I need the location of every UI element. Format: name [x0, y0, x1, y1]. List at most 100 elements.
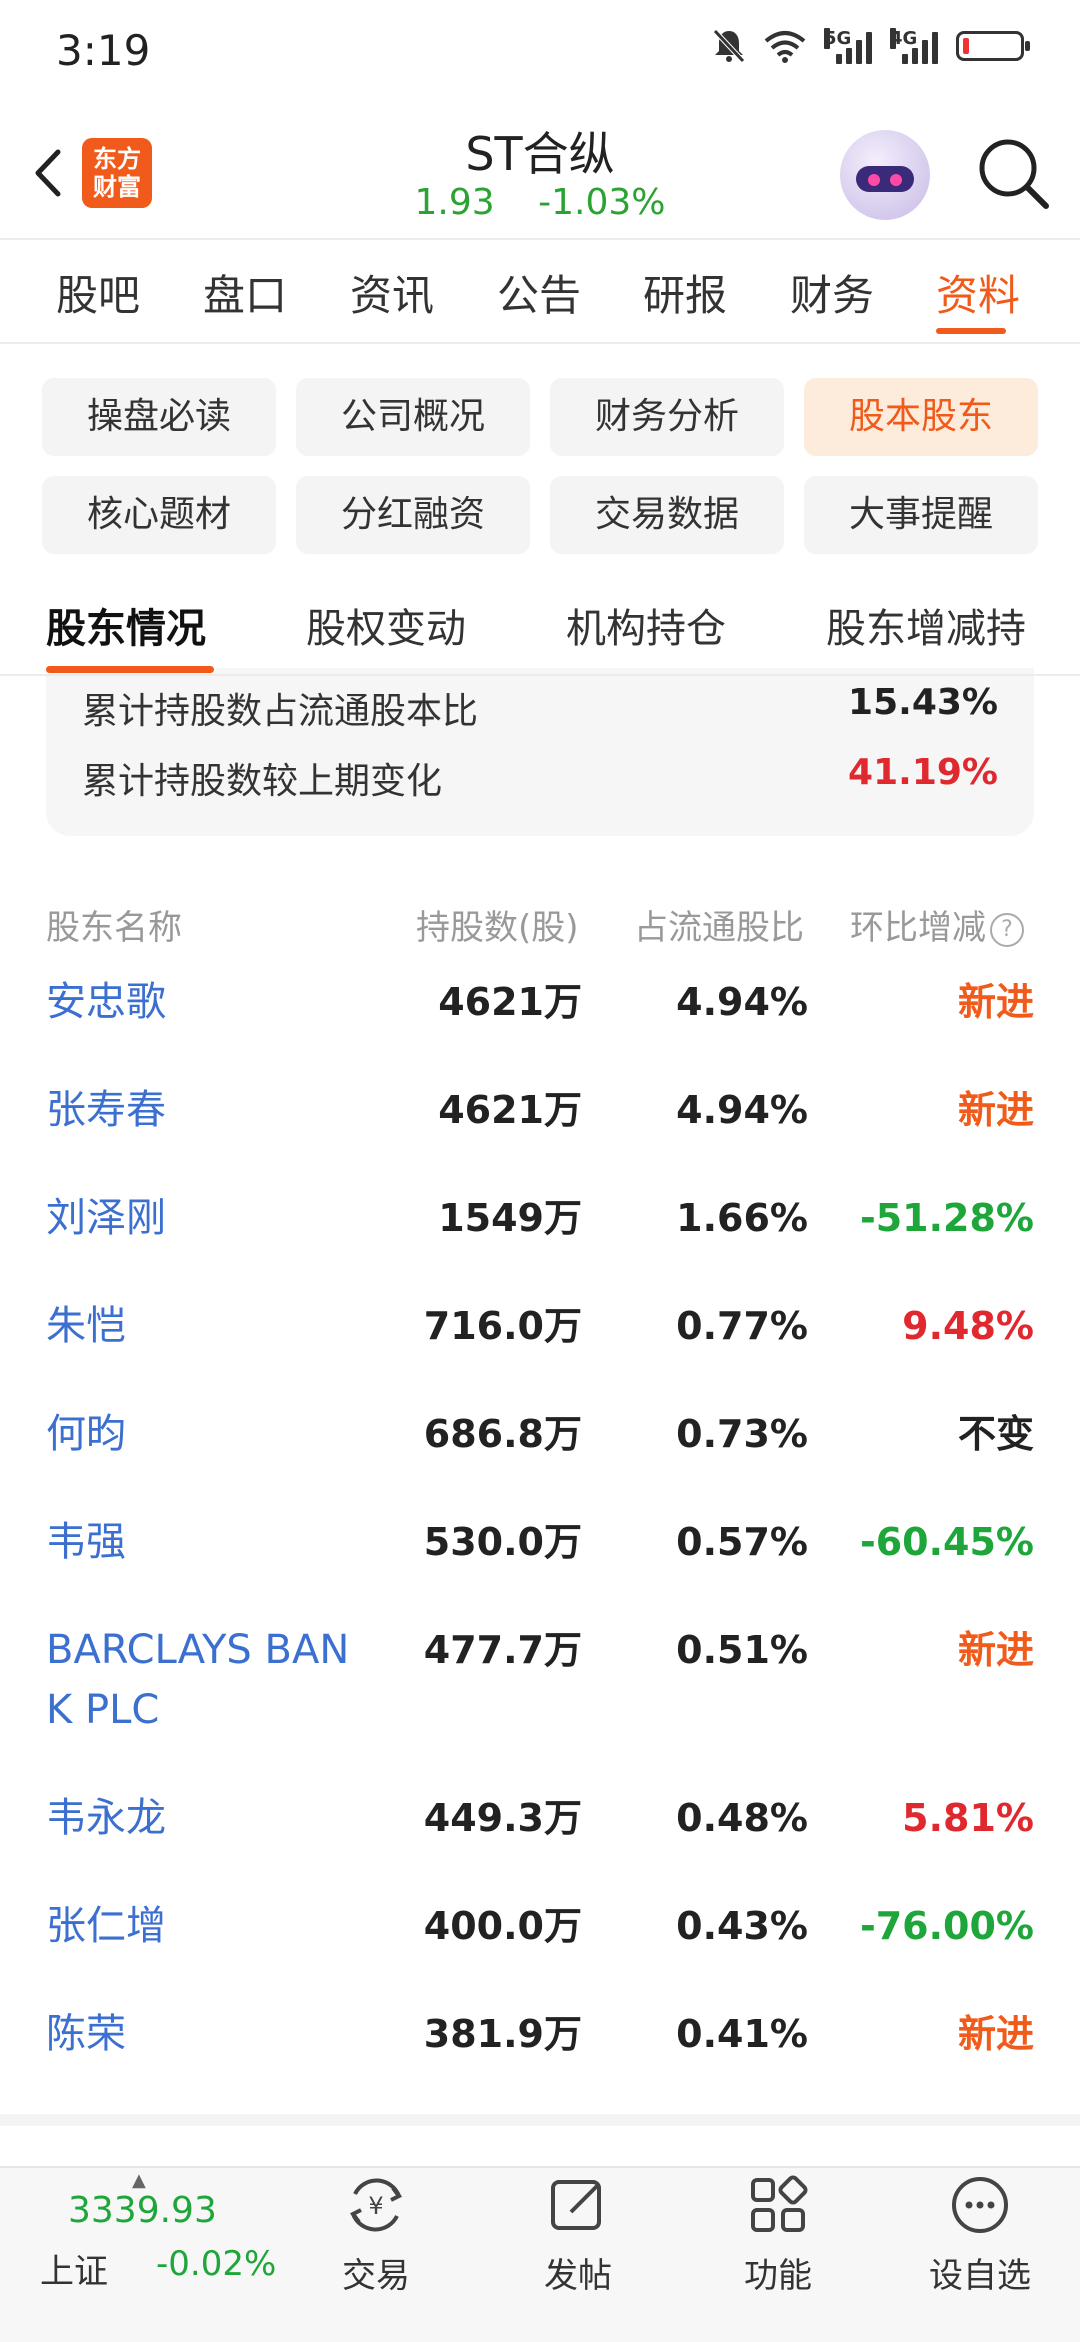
table-row[interactable]: BARCLAYS BAN K PLC 477.7万 0.51% 新进 — [0, 1620, 1080, 1780]
nav-post[interactable]: 发帖 — [508, 2172, 648, 2297]
col-header-change-label: 环比增减 — [850, 908, 986, 948]
battery-icon — [956, 31, 1030, 61]
table-row[interactable]: 韦强 530.0万 0.57% -60.45% — [0, 1512, 1080, 1612]
ratio-cell: 0.48% — [676, 1796, 808, 1840]
shareholder-name[interactable]: 张寿春 — [46, 1080, 366, 1140]
tab-news[interactable]: 资讯 — [350, 262, 434, 323]
search-icon[interactable] — [972, 132, 1054, 214]
section-divider — [0, 2114, 1080, 2126]
change-cell: -76.00% — [859, 1904, 1034, 1948]
tab-announcements[interactable]: 公告 — [497, 262, 581, 323]
signal-5g-label: 5G — [824, 28, 852, 49]
table-row[interactable]: 何昀 686.8万 0.73% 不变 — [0, 1404, 1080, 1504]
change-cell: 5.81% — [902, 1796, 1034, 1840]
table-row[interactable]: 张寿春 4621万 4.94% 新进 — [0, 1080, 1080, 1180]
nav-trade[interactable]: ¥ 交易 — [306, 2172, 446, 2297]
stock-price: 1.93 — [414, 182, 495, 223]
shareholder-name[interactable]: 朱恺 — [46, 1296, 366, 1356]
subtab-equity-changes[interactable]: 股权变动 — [306, 596, 466, 654]
table-row[interactable]: 韦永龙 449.3万 0.48% 5.81% — [0, 1788, 1080, 1888]
ratio-cell: 4.94% — [676, 980, 808, 1024]
chip-trading-data[interactable]: 交易数据 — [550, 476, 784, 554]
status-time: 3:19 — [56, 26, 151, 75]
change-cell: 新进 — [957, 2012, 1034, 2056]
chip-core-themes[interactable]: 核心题材 — [42, 476, 276, 554]
shares-cell: 1549万 — [438, 1196, 582, 1240]
ratio-cell: 0.43% — [676, 1904, 808, 1948]
assistant-avatar-icon[interactable] — [840, 130, 930, 220]
nav-functions-label: 功能 — [744, 2256, 812, 2296]
shareholder-name[interactable]: 韦永龙 — [46, 1788, 366, 1848]
index-change[interactable]: -0.02% — [156, 2244, 276, 2284]
shares-cell: 477.7万 — [423, 1628, 582, 1672]
shares-cell: 449.3万 — [423, 1796, 582, 1840]
nav-post-label: 发帖 — [544, 2256, 612, 2296]
col-header-shares: 持股数(股) — [416, 908, 579, 948]
nav-functions[interactable]: 功能 — [708, 2172, 848, 2297]
ratio-cell: 4.94% — [676, 1088, 808, 1132]
col-header-ratio: 占流通股比 — [634, 908, 804, 948]
shares-cell: 530.0万 — [423, 1520, 582, 1564]
table-row[interactable]: 安忠歌 4621万 4.94% 新进 — [0, 972, 1080, 1072]
subtab-holding-changes[interactable]: 股东增减持 — [826, 596, 1026, 654]
shares-cell: 4621万 — [438, 1088, 582, 1132]
tabs-divider — [0, 342, 1080, 344]
change-cell: -60.45% — [859, 1520, 1034, 1564]
shareholder-name[interactable]: 张仁增 — [46, 1896, 366, 1956]
tab-research[interactable]: 研报 — [643, 262, 727, 323]
change-cell: -51.28% — [859, 1196, 1034, 1240]
tab-pankou[interactable]: 盘口 — [203, 262, 287, 323]
chip-event-reminder[interactable]: 大事提醒 — [804, 476, 1038, 554]
table-row[interactable]: 刘泽刚 1549万 1.66% -51.28% — [0, 1188, 1080, 1288]
shareholder-name[interactable]: 安忠歌 — [46, 972, 366, 1032]
ratio-cell: 0.51% — [676, 1628, 808, 1672]
shareholder-name[interactable]: BARCLAYS BAN K PLC — [46, 1620, 366, 1740]
table-row[interactable]: 陈荣 381.9万 0.41% 新进 — [0, 2004, 1080, 2104]
chip-share-capital[interactable]: 股本股东 — [804, 378, 1038, 456]
table-row[interactable]: 张仁增 400.0万 0.43% -76.00% — [0, 1896, 1080, 1996]
header-divider — [0, 238, 1080, 240]
shareholder-name[interactable]: 韦强 — [46, 1512, 366, 1572]
shareholder-name[interactable]: 何昀 — [46, 1404, 366, 1464]
nav-watchlist[interactable]: 设自选 — [910, 2172, 1050, 2297]
chip-company-overview[interactable]: 公司概况 — [296, 378, 530, 456]
change-cell: 不变 — [957, 1412, 1034, 1456]
stock-change: -1.03% — [538, 182, 666, 223]
subtabs-divider — [0, 674, 1080, 676]
shareholder-name-line: BARCLAYS BAN — [46, 1627, 350, 1673]
summary-value: 15.43% — [848, 682, 998, 723]
active-tab-indicator — [936, 328, 1006, 334]
shares-cell: 400.0万 — [423, 1904, 582, 1948]
chip-financial-analysis[interactable]: 财务分析 — [550, 378, 784, 456]
signal-5g-icon: 5G — [824, 28, 872, 64]
tab-guba[interactable]: 股吧 — [56, 262, 140, 323]
ratio-cell: 0.41% — [676, 2012, 808, 2056]
change-cell: 9.48% — [902, 1304, 1034, 1348]
subtab-shareholders[interactable]: 股东情况 — [46, 596, 206, 654]
nav-trade-label: 交易 — [342, 2256, 410, 2296]
chip-trading-guide[interactable]: 操盘必读 — [42, 378, 276, 456]
summary-label: 累计持股数较上期变化 — [82, 761, 443, 802]
index-value[interactable]: 3339.93 — [68, 2190, 217, 2231]
shares-cell: 686.8万 — [423, 1412, 582, 1456]
ratio-cell: 0.73% — [676, 1412, 808, 1456]
status-icons: 5G 4G — [712, 28, 1030, 64]
shares-cell: 716.0万 — [423, 1304, 582, 1348]
ratio-cell: 0.57% — [676, 1520, 808, 1564]
signal-4g-icon: 4G — [890, 28, 938, 64]
nav-watchlist-label: 设自选 — [929, 2256, 1031, 2296]
index-name[interactable]: 上证 — [40, 2244, 108, 2293]
tab-profile[interactable]: 资料 — [936, 262, 1020, 323]
chip-dividend-financing[interactable]: 分红融资 — [296, 476, 530, 554]
shares-cell: 381.9万 — [423, 2012, 582, 2056]
ratio-cell: 0.77% — [676, 1304, 808, 1348]
yen-cycle-icon: ¥ — [349, 2178, 403, 2232]
expand-caret-icon[interactable]: ▲ — [132, 2170, 146, 2191]
help-icon[interactable]: ? — [990, 912, 1024, 947]
summary-value: 41.19% — [848, 752, 998, 793]
table-row[interactable]: 朱恺 716.0万 0.77% 9.48% — [0, 1296, 1080, 1396]
tab-finance[interactable]: 财务 — [790, 262, 874, 323]
subtab-institutional[interactable]: 机构持仓 — [566, 596, 726, 654]
shareholder-name[interactable]: 陈荣 — [46, 2004, 366, 2064]
shareholder-name[interactable]: 刘泽刚 — [46, 1188, 366, 1248]
